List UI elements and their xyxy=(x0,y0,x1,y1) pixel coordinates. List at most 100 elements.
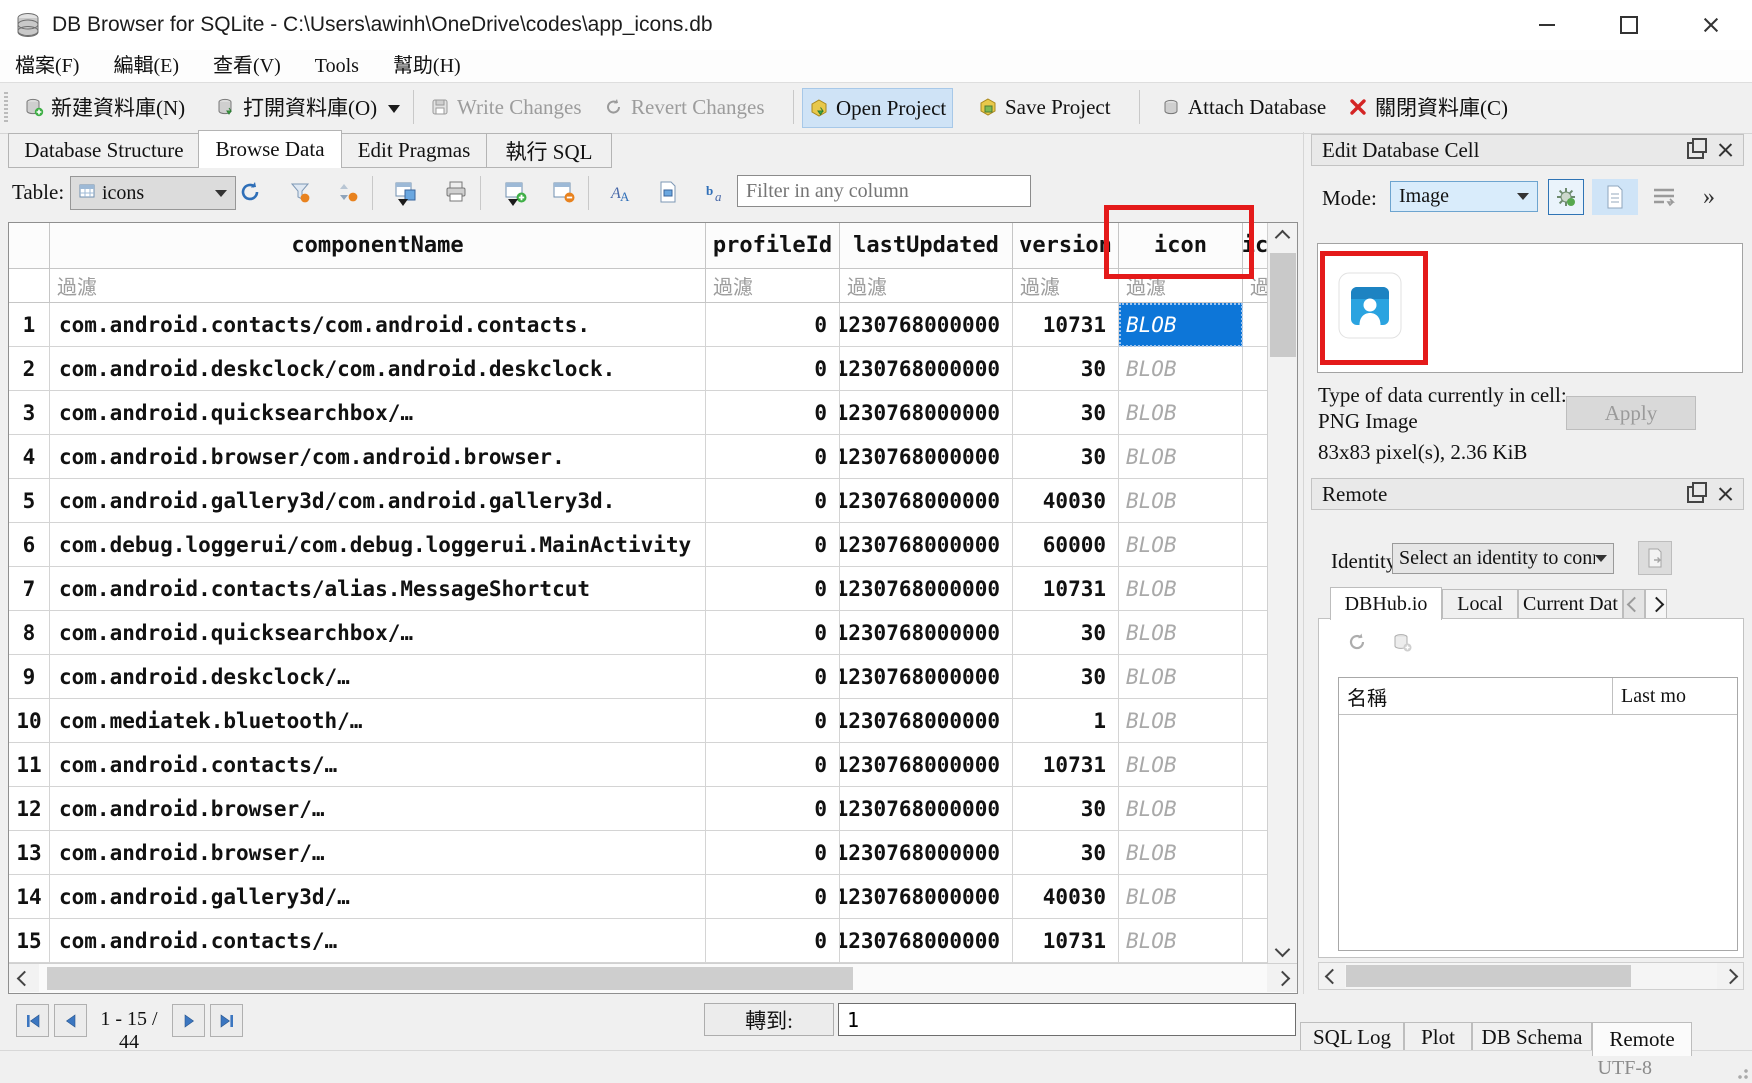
float-panel-icon[interactable] xyxy=(1687,486,1704,503)
cell-profileId[interactable]: 0 xyxy=(706,655,840,699)
cell-componentName[interactable]: com.android.quicksearchbox/… xyxy=(50,611,706,655)
cell-version[interactable]: 30 xyxy=(1013,347,1119,391)
cell-profileId[interactable]: 0 xyxy=(706,479,840,523)
cell-componentName[interactable]: com.android.deskclock/com.android.deskcl… xyxy=(50,347,706,391)
row-number[interactable]: 13 xyxy=(9,831,50,875)
cell-icon[interactable]: BLOB xyxy=(1119,875,1243,919)
find-in-cell-button[interactable] xyxy=(654,178,682,206)
scroll-right-button[interactable] xyxy=(1717,963,1743,989)
sort-button[interactable] xyxy=(334,178,362,206)
minimize-button[interactable] xyxy=(1516,0,1578,50)
cell-lastUpdated[interactable]: 1230768000000 xyxy=(840,347,1013,391)
close-panel-icon[interactable] xyxy=(1718,143,1733,158)
open-project-button[interactable]: Open Project xyxy=(802,88,953,128)
identity-combobox[interactable]: Select an identity to conne xyxy=(1392,543,1614,574)
cell-partial[interactable] xyxy=(1243,347,1267,391)
refresh-button[interactable] xyxy=(236,178,264,206)
row-number[interactable]: 15 xyxy=(9,919,50,963)
attach-database-button[interactable]: Attach Database xyxy=(1155,88,1332,126)
cell-version[interactable]: 30 xyxy=(1013,655,1119,699)
filter-lastUpdated[interactable]: 過濾 xyxy=(840,269,1013,303)
goto-record-input[interactable] xyxy=(838,1003,1296,1036)
close-button[interactable] xyxy=(1676,0,1746,50)
cell-profileId[interactable]: 0 xyxy=(706,831,840,875)
filter-componentName[interactable]: 過濾 xyxy=(50,269,706,303)
menu-tools[interactable]: Tools xyxy=(300,50,374,82)
cell-profileId[interactable]: 0 xyxy=(706,435,840,479)
cell-partial[interactable] xyxy=(1243,699,1267,743)
row-number[interactable]: 11 xyxy=(9,743,50,787)
last-record-button[interactable] xyxy=(210,1004,243,1037)
cell-componentName[interactable]: com.android.gallery3d/… xyxy=(50,875,706,919)
dock-tab-db-schema[interactable]: DB Schema xyxy=(1472,1022,1592,1053)
remote-scroll-thumb[interactable] xyxy=(1346,965,1631,987)
cell-icon[interactable]: BLOB xyxy=(1119,347,1243,391)
header-profileId[interactable]: profileId xyxy=(706,223,840,269)
cell-partial[interactable] xyxy=(1243,919,1267,963)
cell-lastUpdated[interactable]: 1230768000000 xyxy=(840,787,1013,831)
cell-profileId[interactable]: 0 xyxy=(706,347,840,391)
row-number[interactable]: 10 xyxy=(9,699,50,743)
panel-splitter[interactable] xyxy=(1303,132,1304,994)
word-wrap-icon[interactable] xyxy=(1652,186,1676,208)
scroll-right-button[interactable] xyxy=(1267,964,1297,992)
open-database-button[interactable]: 打開資料庫(O) xyxy=(210,88,383,126)
row-number[interactable]: 6 xyxy=(9,523,50,567)
remote-clone-database-icon[interactable] xyxy=(1391,631,1413,658)
scroll-left-button[interactable] xyxy=(1319,963,1345,989)
tab-database-structure[interactable]: Database Structure xyxy=(8,133,200,168)
menu-view[interactable]: 查看(V) xyxy=(198,50,296,82)
resize-grip[interactable] xyxy=(1734,1065,1748,1079)
vertical-scrollbar[interactable] xyxy=(1267,223,1297,963)
cell-lastUpdated[interactable]: 1230768000000 xyxy=(840,875,1013,919)
tab-execute-sql[interactable]: 執行 SQL xyxy=(486,133,612,168)
delete-record-button[interactable] xyxy=(550,178,578,206)
cell-profileId[interactable]: 0 xyxy=(706,391,840,435)
row-number[interactable]: 5 xyxy=(9,479,50,523)
cell-lastUpdated[interactable]: 1230768000000 xyxy=(840,743,1013,787)
cell-lastUpdated[interactable]: 1230768000000 xyxy=(840,523,1013,567)
cell-lastUpdated[interactable]: 1230768000000 xyxy=(840,655,1013,699)
cell-icon[interactable]: BLOB xyxy=(1119,919,1243,963)
encoding-indicator[interactable]: UTF-8 xyxy=(1598,1057,1652,1080)
cell-icon[interactable]: BLOB xyxy=(1119,699,1243,743)
cell-version[interactable]: 30 xyxy=(1013,787,1119,831)
first-record-button[interactable] xyxy=(16,1004,49,1037)
cell-icon[interactable]: BLOB xyxy=(1119,567,1243,611)
cell-icon[interactable]: BLOB xyxy=(1119,655,1243,699)
cell-componentName[interactable]: com.debug.loggerui/com.debug.loggerui.Ma… xyxy=(50,523,706,567)
row-number[interactable]: 7 xyxy=(9,567,50,611)
more-options-chevron[interactable]: » xyxy=(1692,181,1726,213)
row-number[interactable]: 9 xyxy=(9,655,50,699)
cell-lastUpdated[interactable]: 1230768000000 xyxy=(840,391,1013,435)
filter-any-column-input[interactable] xyxy=(737,175,1031,207)
tab-browse-data[interactable]: Browse Data xyxy=(198,130,342,168)
vertical-scroll-thumb[interactable] xyxy=(1270,253,1296,357)
row-number[interactable]: 8 xyxy=(9,611,50,655)
case-toggle-button[interactable]: ba xyxy=(702,178,730,206)
menu-file[interactable]: 檔案(F) xyxy=(0,50,94,82)
cell-partial[interactable] xyxy=(1243,567,1267,611)
cell-profileId[interactable]: 0 xyxy=(706,875,840,919)
new-database-button[interactable]: 新建資料庫(N) xyxy=(18,88,191,126)
remote-horizontal-scrollbar[interactable] xyxy=(1318,962,1744,990)
remote-header-last-modified[interactable]: Last mo xyxy=(1613,678,1737,714)
cell-partial[interactable] xyxy=(1243,523,1267,567)
cell-profileId[interactable]: 0 xyxy=(706,611,840,655)
cell-profileId[interactable]: 0 xyxy=(706,567,840,611)
revert-changes-button[interactable]: Revert Changes xyxy=(598,88,771,126)
close-database-button[interactable]: 關閉資料庫(C) xyxy=(1342,88,1514,126)
mode-combobox[interactable]: Image xyxy=(1390,181,1538,212)
cell-lastUpdated[interactable]: 1230768000000 xyxy=(840,303,1013,347)
filter-profileId[interactable]: 過濾 xyxy=(706,269,840,303)
dock-tab-sql-log[interactable]: SQL Log xyxy=(1300,1022,1404,1053)
dock-tab-plot[interactable]: Plot xyxy=(1404,1022,1472,1053)
header-componentName[interactable]: componentName xyxy=(50,223,706,269)
row-number[interactable]: 3 xyxy=(9,391,50,435)
previous-page-button[interactable] xyxy=(54,1004,87,1037)
cell-partial[interactable] xyxy=(1243,875,1267,919)
menu-help[interactable]: 幫助(H) xyxy=(378,50,476,82)
cell-icon[interactable]: BLOB xyxy=(1119,523,1243,567)
cell-lastUpdated[interactable]: 1230768000000 xyxy=(840,699,1013,743)
cell-componentName[interactable]: com.android.browser/… xyxy=(50,787,706,831)
